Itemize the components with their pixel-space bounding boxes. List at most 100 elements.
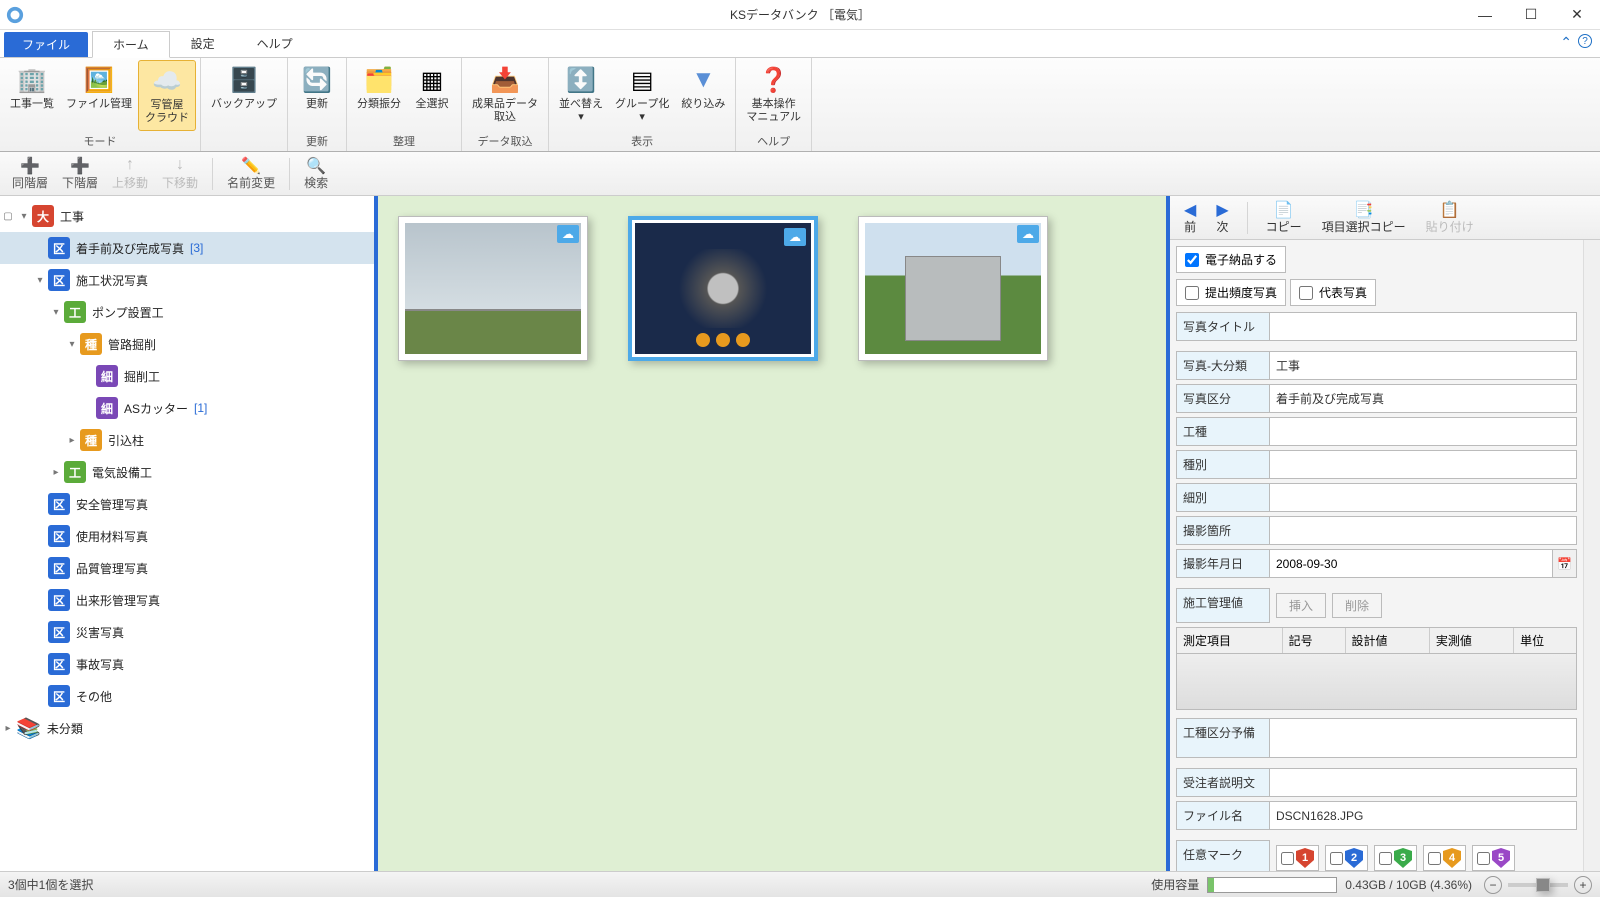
kubun-value[interactable]: 着手前及び完成写真	[1270, 384, 1577, 413]
scrollbar[interactable]	[1583, 240, 1600, 871]
project-list-button[interactable]: 🏢工事一覧	[4, 60, 60, 131]
mark-2[interactable]: 2	[1325, 845, 1368, 871]
tree-node-saigai[interactable]: 区災害写真	[0, 616, 374, 648]
delete-button[interactable]: 削除	[1332, 593, 1382, 618]
tree-node-kussaku[interactable]: 細掘削工	[0, 360, 374, 392]
fname-value: DSCN1628.JPG	[1270, 801, 1577, 830]
photo-title-input[interactable]	[1276, 320, 1570, 334]
mgmt-label: 施工管理値	[1176, 588, 1270, 623]
kubun-label: 写真区分	[1176, 384, 1270, 413]
ribbon-up-icon[interactable]: ⌃	[1560, 34, 1572, 51]
insert-button[interactable]: 挿入	[1276, 593, 1326, 618]
photo-thumb-2[interactable]: ☁	[628, 216, 818, 361]
tree-node-anzen[interactable]: 区安全管理写真	[0, 488, 374, 520]
yobi-value[interactable]	[1270, 718, 1577, 758]
mark-4[interactable]: 4	[1423, 845, 1466, 871]
mark-3[interactable]: 3	[1374, 845, 1417, 871]
zoom-slider[interactable]	[1508, 883, 1568, 887]
tree-node-dekigata[interactable]: 区出来形管理写真	[0, 584, 374, 616]
basho-value[interactable]	[1270, 516, 1577, 545]
prev-button[interactable]: ◀前	[1176, 198, 1204, 237]
file-manage-button[interactable]: 🖼️ファイル管理	[60, 60, 138, 131]
rep-checkbox[interactable]: 代表写真	[1291, 280, 1375, 305]
koushu-label: 工種	[1176, 417, 1270, 446]
item-copy-button[interactable]: 📑項目選択コピー	[1314, 198, 1414, 237]
settings-tab[interactable]: 設定	[170, 30, 236, 57]
update-button[interactable]: 🔄更新	[292, 60, 342, 131]
tree-node-pump[interactable]: ▾工ポンプ設置工	[0, 296, 374, 328]
zoom-in-button[interactable]: +	[1574, 876, 1592, 894]
tree-node-sonota[interactable]: 区その他	[0, 680, 374, 712]
shubetsu-value[interactable]	[1270, 450, 1577, 479]
backup-button[interactable]: 🗄️バックアップ	[205, 60, 283, 135]
arrange-button[interactable]: ↕️並べ替え ▾	[553, 60, 609, 131]
paste-button: 📋貼り付け	[1418, 198, 1482, 237]
minimize-button[interactable]: ―	[1462, 0, 1508, 30]
measure-body[interactable]	[1176, 654, 1577, 710]
e-deliver-checkbox[interactable]: 電子納品する	[1177, 247, 1285, 272]
classify-button[interactable]: 🗂️分類振分	[351, 60, 407, 131]
copy-button[interactable]: 📄コピー	[1258, 198, 1310, 237]
search-button[interactable]: 🔍検索	[298, 154, 334, 193]
daibun-label: 写真-大分類	[1176, 351, 1270, 380]
freq-checkbox[interactable]: 提出頻度写真	[1177, 280, 1285, 305]
filter-button[interactable]: ▼絞り込み	[675, 60, 731, 131]
ribbon-tabs: ファイル ホーム 設定 ヘルプ ⌃ ?	[0, 30, 1600, 58]
photo-thumb-3[interactable]: ☁	[858, 216, 1048, 361]
main-area: ▢▾大工事 区着手前及び完成写真[3] ▾区施工状況写真 ▾工ポンプ設置工 ▾種…	[0, 196, 1600, 871]
move-up-button: ↑上移動	[106, 154, 154, 193]
koushu-value[interactable]	[1270, 417, 1577, 446]
mark-label: 任意マーク	[1176, 840, 1270, 871]
tree-node-uncategorized[interactable]: ▸📚未分類	[0, 712, 374, 744]
close-button[interactable]: ✕	[1554, 0, 1600, 30]
maximize-button[interactable]: ☐	[1508, 0, 1554, 30]
date-input[interactable]	[1276, 557, 1546, 571]
photo-thumb-1[interactable]: ☁	[398, 216, 588, 361]
tree-node-shiyou[interactable]: 区使用材料写真	[0, 520, 374, 552]
mark-5[interactable]: 5	[1472, 845, 1515, 871]
rename-button[interactable]: ✏️名前変更	[221, 154, 281, 193]
lower-level-button[interactable]: ➕下階層	[56, 154, 104, 193]
cloud-icon: ☁	[557, 225, 579, 243]
manual-button[interactable]: ❓基本操作 マニュアル	[740, 60, 807, 131]
calendar-icon[interactable]: 📅	[1553, 549, 1577, 578]
cloud-button[interactable]: ☁️写管屋 クラウド	[138, 60, 196, 131]
cloud-icon: ☁	[1017, 225, 1039, 243]
ribbon-help-icon[interactable]: ?	[1578, 34, 1592, 48]
daibun-value[interactable]: 工事	[1270, 351, 1577, 380]
groupby-button[interactable]: ▤グループ化 ▾	[609, 60, 675, 131]
shubetsu-label: 種別	[1176, 450, 1270, 479]
thumbnail-pane[interactable]: ☁ ☁ ☁	[378, 196, 1170, 871]
tree-node-hikikomi[interactable]: ▸種引込柱	[0, 424, 374, 456]
setsumei-value[interactable]	[1270, 768, 1577, 797]
tree-node-hinshitsu[interactable]: 区品質管理写真	[0, 552, 374, 584]
ribbon: 🏢工事一覧 🖼️ファイル管理 ☁️写管屋 クラウド モード 🗄️バックアップ 🔄…	[0, 58, 1600, 152]
help-tab[interactable]: ヘルプ	[236, 30, 314, 57]
next-button[interactable]: ▶次	[1208, 198, 1236, 237]
usage-value: 0.43GB / 10GB (4.36%)	[1345, 878, 1472, 892]
saibetsu-value[interactable]	[1270, 483, 1577, 512]
zoom-control: − +	[1484, 876, 1592, 894]
same-level-button[interactable]: ➕同階層	[6, 154, 54, 193]
zoom-out-button[interactable]: −	[1484, 876, 1502, 894]
tree-root[interactable]: ▢▾大工事	[0, 200, 374, 232]
mark-1[interactable]: 1	[1276, 845, 1319, 871]
tree-node-denki[interactable]: ▸工電気設備工	[0, 456, 374, 488]
app-icon	[6, 6, 24, 24]
home-tab[interactable]: ホーム	[92, 31, 170, 58]
statusbar: 3個中1個を選択 使用容量 0.43GB / 10GB (4.36%) − +	[0, 871, 1600, 897]
file-tab[interactable]: ファイル	[4, 32, 88, 57]
saibetsu-label: 細別	[1176, 483, 1270, 512]
tree-node-ascutter[interactable]: 細ASカッター[1]	[0, 392, 374, 424]
import-button[interactable]: 📥成果品データ 取込	[466, 60, 544, 131]
tree-node-jiko[interactable]: 区事故写真	[0, 648, 374, 680]
mode-group-label: モード	[4, 131, 196, 151]
tree-node-chakushu[interactable]: 区着手前及び完成写真[3]	[0, 232, 374, 264]
display-group-label: 表示	[553, 131, 731, 151]
tree-node-kanro[interactable]: ▾種管路掘削	[0, 328, 374, 360]
selectall-button[interactable]: ▦全選択	[407, 60, 457, 131]
usage-bar	[1207, 877, 1337, 893]
fname-label: ファイル名	[1176, 801, 1270, 830]
tree-node-sekou[interactable]: ▾区施工状況写真	[0, 264, 374, 296]
usage-label: 使用容量	[1151, 876, 1199, 893]
